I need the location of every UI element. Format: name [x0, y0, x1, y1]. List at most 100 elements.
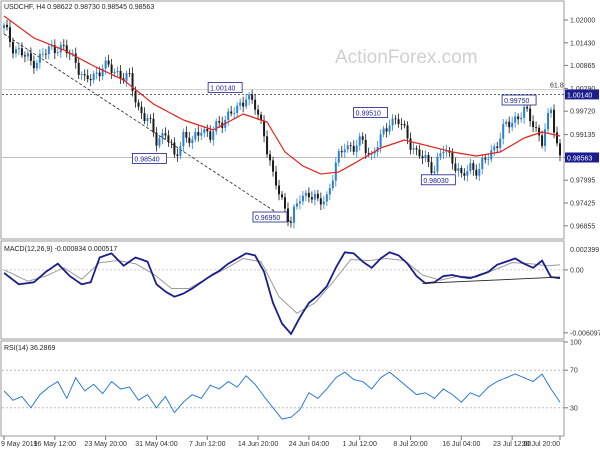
candle-body	[158, 138, 161, 146]
candle-body	[547, 112, 550, 130]
x-tick-label: 24 Jun 04:00	[289, 441, 330, 448]
candle-body	[56, 52, 59, 54]
rsi-line	[3, 371, 561, 420]
macd-y-axis: 0.002399 0.00 -0.006097	[564, 247, 600, 337]
candle-body	[430, 162, 433, 173]
candle-body	[319, 198, 322, 205]
candle-body	[197, 132, 200, 136]
candle-body	[119, 70, 122, 79]
candle-body	[355, 145, 358, 152]
candle-body	[400, 124, 403, 125]
candle-body	[349, 145, 352, 147]
candle-body	[92, 73, 95, 81]
candle-body	[266, 136, 269, 155]
candle-body	[427, 155, 430, 163]
annotation-label: 0.98030	[423, 178, 448, 185]
candle-body	[361, 136, 364, 140]
price-annotations: 1.00140 0.98540 0.96950 0.99510 0.98030 0.997…	[131, 82, 537, 223]
macd-lines	[3, 251, 561, 336]
candle-body	[508, 121, 511, 128]
candle-body	[526, 106, 529, 109]
candle-body	[490, 150, 493, 160]
annotation-label: 0.99750	[504, 98, 529, 105]
x-tick-label: 16 Jul 04:00	[442, 441, 480, 448]
price-y-axis: 1.020001.014301.008651.002900.997200.991…	[564, 18, 599, 230]
candle-body	[146, 118, 149, 122]
candle-body	[83, 74, 86, 76]
candle-body	[442, 151, 445, 154]
chart-root: ActionForex.com 61.8 1.00140 0.98540 0.969…	[0, 0, 600, 448]
price-tick-label: 0.99135	[570, 132, 595, 139]
rsi-tick-label: 70	[570, 368, 578, 375]
candle-body	[242, 102, 245, 107]
candle-body	[182, 131, 185, 147]
ema-line	[3, 15, 561, 175]
candle-body	[313, 193, 316, 200]
candle-body	[200, 132, 203, 136]
candle-body	[307, 192, 310, 198]
candle-body	[47, 46, 50, 55]
candle-body	[397, 119, 400, 125]
candle-body	[170, 141, 173, 143]
rsi-tick-label: 100	[570, 340, 582, 347]
candle-body	[17, 48, 20, 50]
candle-body	[415, 148, 418, 150]
candle-body	[382, 128, 385, 135]
macd-tick-label: -0.006097	[570, 330, 600, 337]
candle-body	[137, 102, 140, 107]
candle-body	[35, 62, 38, 69]
candle-body	[388, 125, 391, 132]
candle-body	[164, 133, 167, 136]
candle-body	[275, 171, 278, 186]
candle-body	[346, 145, 349, 150]
rsi-y-axis: 100 70 30	[564, 340, 582, 412]
candle-body	[325, 194, 328, 202]
candle-body	[251, 94, 254, 100]
candle-body	[529, 108, 532, 122]
candle-body	[436, 156, 439, 172]
candle-body	[391, 118, 394, 126]
x-tick-label: 7 Jun 12:00	[189, 441, 226, 448]
candle-body	[364, 139, 367, 154]
price-tick-label: 1.02000	[570, 18, 595, 25]
price-panel-frame	[0, 0, 565, 240]
candle-body	[209, 131, 212, 140]
annotation-label: 1.00140	[210, 85, 235, 92]
candle-body	[433, 171, 436, 173]
candle-body	[107, 60, 110, 65]
macd-trendline	[422, 276, 561, 284]
rsi-panel-title: RSI(14) 36.2869	[4, 345, 55, 352]
candle-body	[340, 151, 343, 153]
candle-body	[496, 146, 499, 148]
annotation-label: 0.99510	[356, 111, 381, 118]
candle-body	[316, 193, 319, 199]
candle-body	[559, 143, 561, 156]
candle-body	[128, 73, 131, 74]
candle-body	[134, 91, 137, 103]
candle-body	[472, 163, 475, 170]
candle-body	[206, 129, 209, 132]
candle-body	[520, 117, 523, 120]
candle-body	[80, 74, 83, 75]
candle-body	[41, 53, 44, 55]
candle-body	[394, 118, 397, 120]
candle-body	[203, 129, 206, 133]
candle-body	[556, 132, 559, 144]
candle-body	[38, 53, 41, 63]
candle-body	[301, 195, 304, 202]
candle-body	[89, 79, 92, 81]
macd-line	[3, 251, 561, 336]
candle-body	[29, 53, 32, 61]
candle-body	[44, 53, 47, 55]
candle-body	[454, 163, 457, 171]
candle-body	[409, 138, 412, 150]
candle-body	[233, 113, 236, 114]
candle-body	[212, 131, 215, 140]
fib-label: 61.8	[550, 82, 564, 89]
current-price-label: 0.98563	[567, 155, 592, 162]
x-tick-label: 8 Jul 20:00	[393, 441, 427, 448]
candle-body	[167, 135, 170, 142]
x-tick-label: 14 Jun 20:00	[238, 441, 279, 448]
rsi-panel-frame	[0, 340, 565, 437]
candle-body	[86, 75, 89, 80]
